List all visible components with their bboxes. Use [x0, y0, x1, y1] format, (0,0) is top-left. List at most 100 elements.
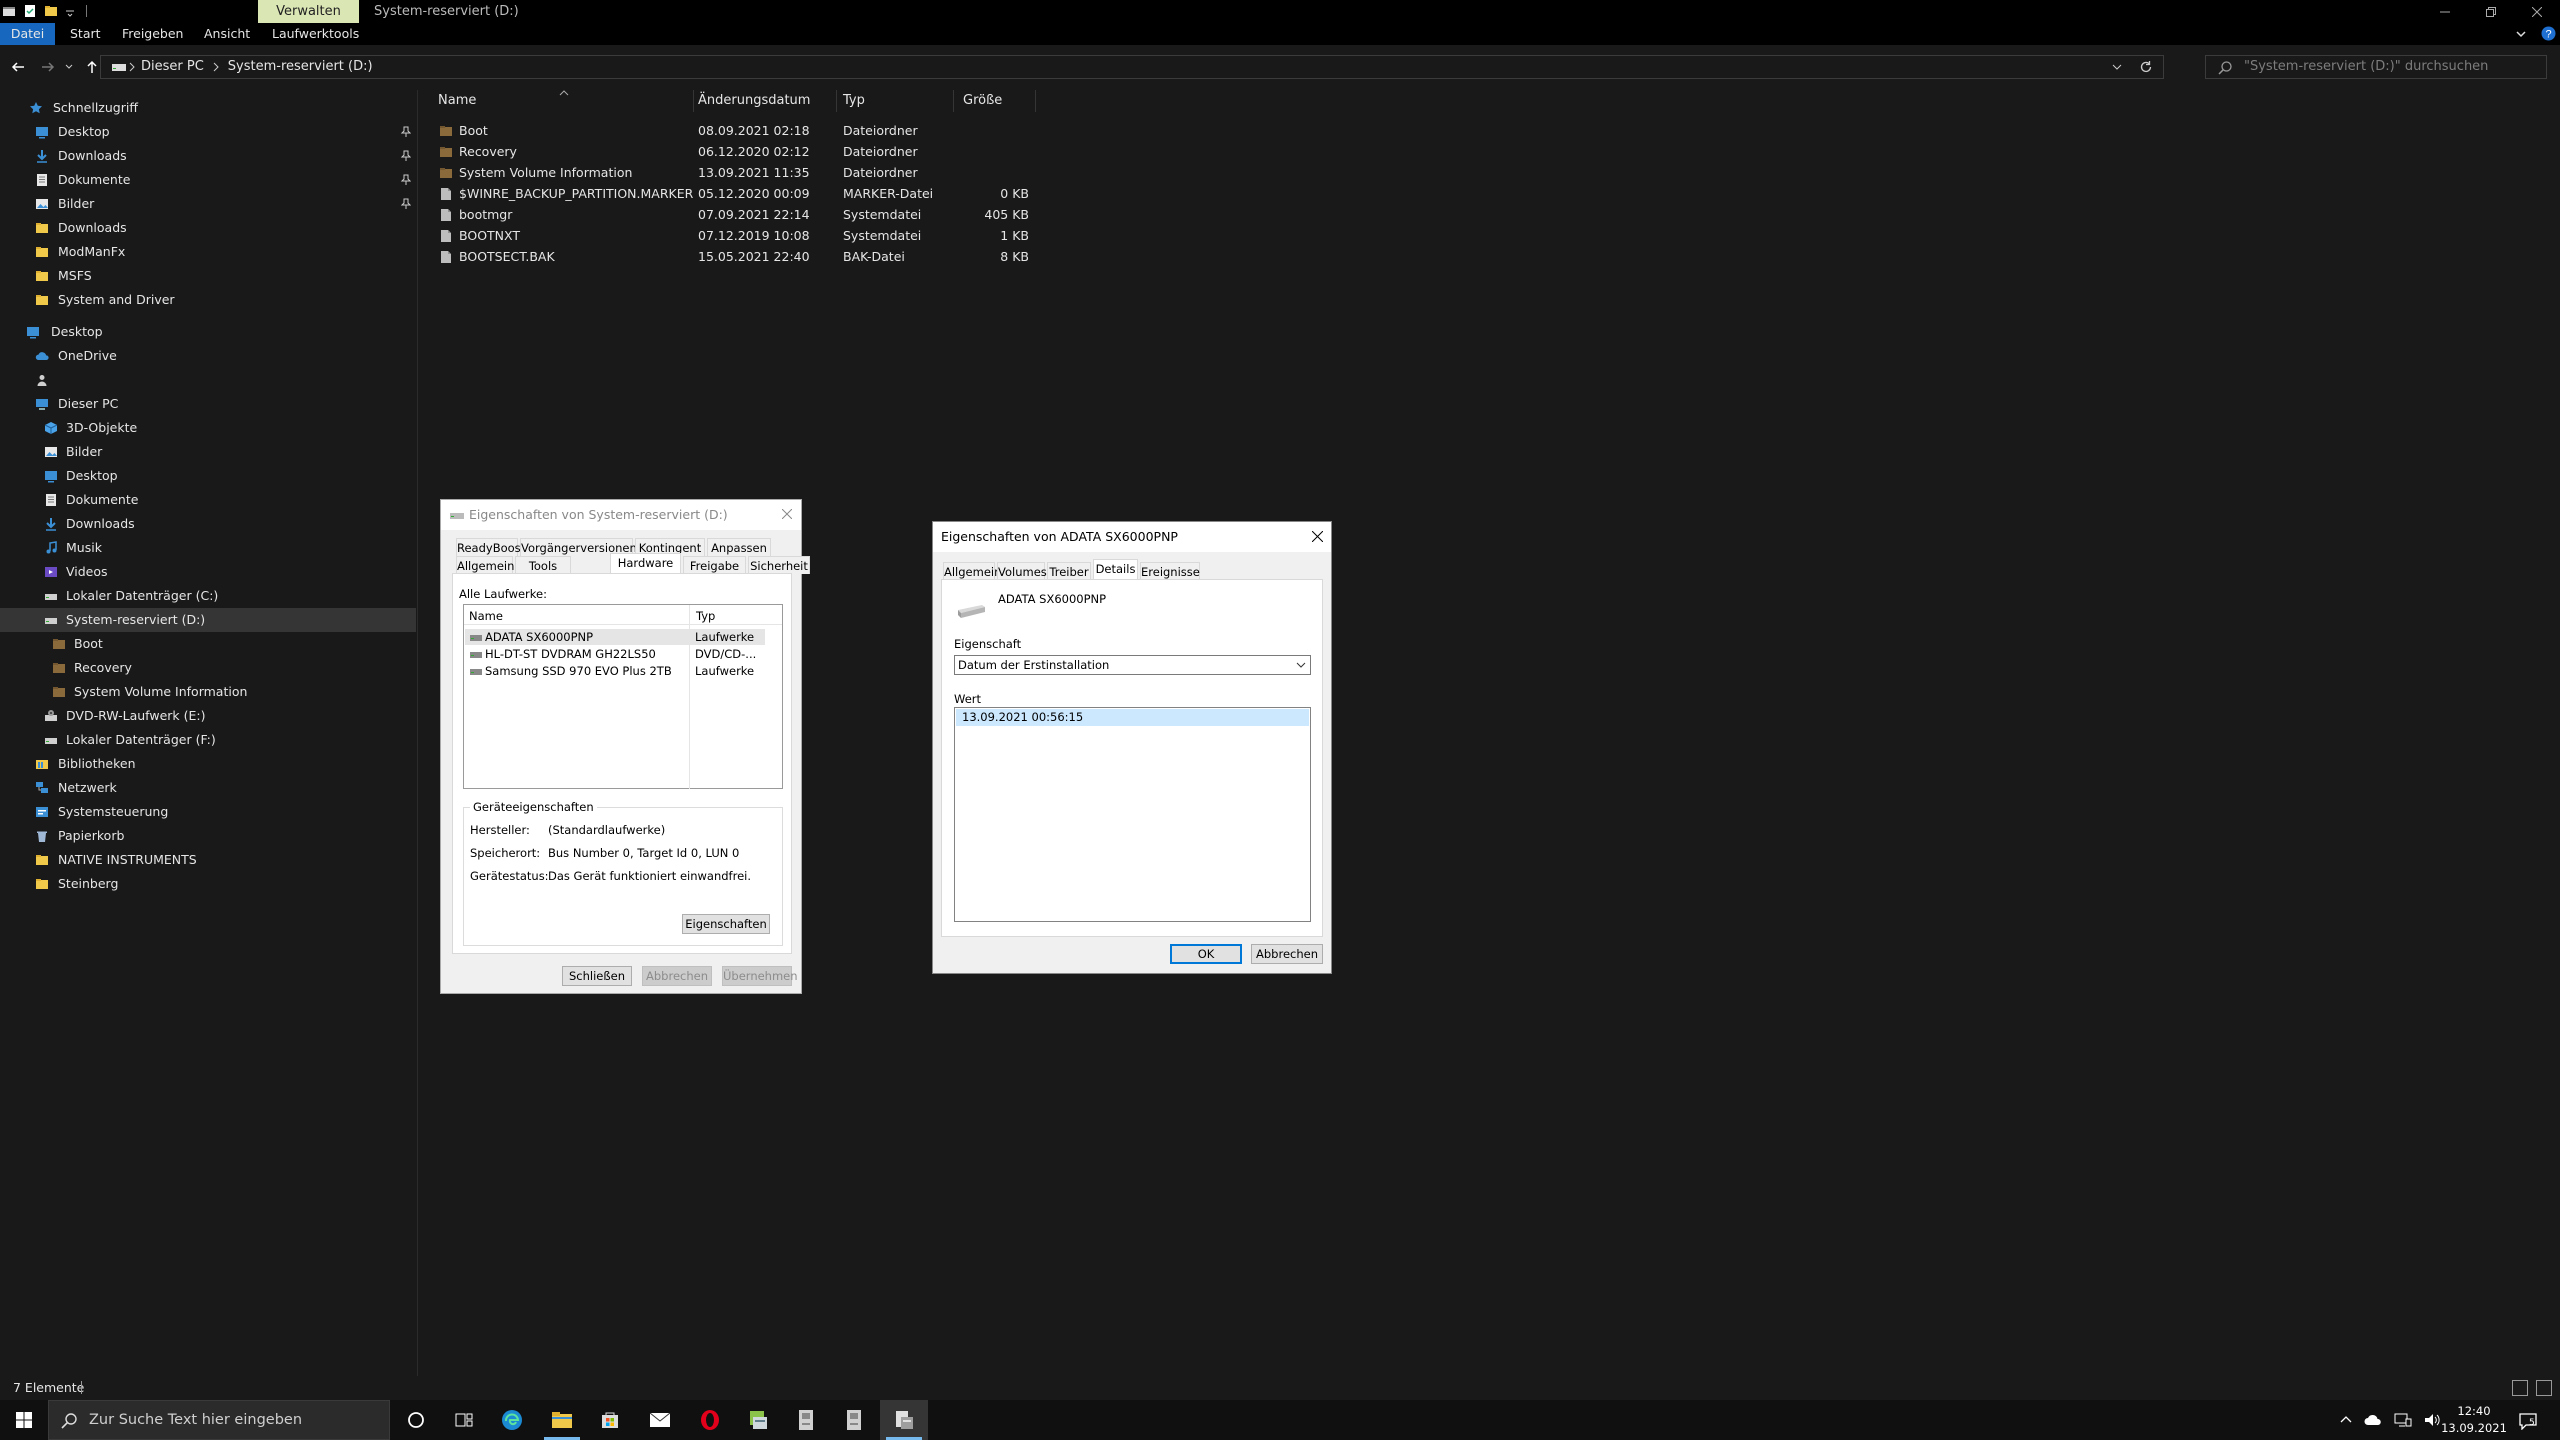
- file-row[interactable]: Recovery 06.12.2020 02:12 Dateiordner: [419, 141, 1039, 162]
- close-icon[interactable]: [1309, 528, 1325, 544]
- nav-item[interactable]: Desktop: [0, 120, 416, 144]
- tab-ereignisse[interactable]: Ereignisse: [1140, 562, 1200, 580]
- column-divider[interactable]: [693, 90, 694, 112]
- nav-item[interactable]: Bilder: [0, 192, 416, 216]
- value-list-row-selected[interactable]: 13.09.2021 00:56:15: [956, 709, 1309, 726]
- column-divider[interactable]: [1035, 90, 1036, 112]
- tab-treiber[interactable]: Treiber: [1047, 562, 1091, 580]
- nav-item[interactable]: [0, 368, 416, 392]
- nav-item[interactable]: System-reserviert (D:): [0, 608, 416, 632]
- column-divider[interactable]: [836, 90, 837, 112]
- nav-item[interactable]: Steinberg: [0, 872, 416, 896]
- file-row[interactable]: bootmgr 07.09.2021 22:14 Systemdatei 405 KB: [419, 204, 1039, 225]
- qat-dropdown-icon[interactable]: [65, 4, 79, 18]
- pin-icon[interactable]: [401, 126, 411, 137]
- column-header-date[interactable]: Änderungsdatum: [698, 90, 810, 112]
- tab-hardware[interactable]: Hardware: [610, 553, 681, 573]
- network-icon[interactable]: [2394, 1413, 2412, 1427]
- drive-list-row[interactable]: Samsung SSD 970 EVO Plus 2TB Laufwerke: [465, 663, 765, 679]
- close-button[interactable]: Schließen: [562, 966, 632, 986]
- nav-item[interactable]: Netzwerk: [0, 776, 416, 800]
- breadcrumb-chevron-icon[interactable]: [128, 62, 136, 72]
- store-icon[interactable]: [586, 1400, 634, 1440]
- tab-allgemein[interactable]: Allgemein: [943, 562, 1001, 580]
- cortana-icon[interactable]: [392, 1400, 440, 1440]
- windows-start-icon[interactable]: [0, 1400, 48, 1440]
- file-explorer-icon[interactable]: [538, 1400, 586, 1440]
- tab-laufwerktools[interactable]: Laufwerktools: [262, 23, 369, 45]
- nav-item[interactable]: Dokumente: [0, 168, 416, 192]
- nav-item[interactable]: Desktop: [0, 320, 416, 344]
- nav-item[interactable]: Recovery: [0, 656, 416, 680]
- nav-item[interactable]: Boot: [0, 632, 416, 656]
- new-folder-icon[interactable]: [44, 4, 58, 18]
- file-row[interactable]: $WINRE_BACKUP_PARTITION.MARKER 05.12.2020…: [419, 183, 1039, 204]
- drives-list-header-name[interactable]: Name: [469, 609, 503, 623]
- nav-item[interactable]: Dokumente: [0, 488, 416, 512]
- nav-item[interactable]: Systemsteuerung: [0, 800, 416, 824]
- nav-item[interactable]: Musik: [0, 536, 416, 560]
- recent-locations-icon[interactable]: [64, 59, 74, 75]
- network-drive-app-icon[interactable]: [734, 1400, 782, 1440]
- breadcrumb-item-drive[interactable]: System-reserviert (D:): [228, 56, 373, 78]
- properties-dialog-taskbar-icon[interactable]: [880, 1400, 928, 1440]
- cancel-button[interactable]: Abbrechen: [642, 966, 712, 986]
- nav-item[interactable]: 3D-Objekte: [0, 416, 416, 440]
- pin-icon[interactable]: [401, 150, 411, 161]
- ok-button[interactable]: OK: [1170, 944, 1242, 964]
- nav-item[interactable]: Papierkorb: [0, 824, 416, 848]
- nav-item[interactable]: Dieser PC: [0, 392, 416, 416]
- nav-item[interactable]: Bibliotheken: [0, 752, 416, 776]
- forward-arrow-icon[interactable]: [40, 59, 56, 75]
- back-arrow-icon[interactable]: [10, 59, 26, 75]
- breadcrumb-separator-icon[interactable]: [212, 56, 220, 78]
- column-header-type[interactable]: Typ: [843, 90, 865, 112]
- file-row[interactable]: Boot 08.09.2021 02:18 Dateiordner: [419, 120, 1039, 141]
- file-row[interactable]: BOOTNXT 07.12.2019 10:08 Systemdatei 1 KB: [419, 225, 1039, 246]
- nav-item[interactable]: Bilder: [0, 440, 416, 464]
- nav-item[interactable]: MSFS: [0, 264, 416, 288]
- nav-item[interactable]: Downloads: [0, 512, 416, 536]
- close-icon[interactable]: [779, 506, 795, 522]
- mail-icon[interactable]: [636, 1400, 684, 1440]
- tab-freigeben[interactable]: Freigeben: [112, 23, 193, 45]
- opera-browser-icon[interactable]: [686, 1400, 734, 1440]
- large-icons-view-icon[interactable]: [2536, 1380, 2552, 1396]
- nav-item[interactable]: Downloads: [0, 216, 416, 240]
- pin-icon[interactable]: [401, 174, 411, 185]
- column-divider[interactable]: [953, 90, 954, 112]
- help-icon[interactable]: ?: [2541, 26, 2556, 41]
- close-icon[interactable]: [2514, 0, 2560, 23]
- nav-item[interactable]: NATIVE INSTRUMENTS: [0, 848, 416, 872]
- nav-item[interactable]: Desktop: [0, 464, 416, 488]
- refresh-icon[interactable]: [2139, 60, 2153, 74]
- nav-item[interactable]: Lokaler Datenträger (C:): [0, 584, 416, 608]
- onedrive-cloud-icon[interactable]: [2364, 1414, 2382, 1426]
- nav-item[interactable]: System Volume Information: [0, 680, 416, 704]
- search-input[interactable]: "System-reserviert (D:)" durchsuchen: [2205, 55, 2547, 79]
- nav-item[interactable]: OneDrive: [0, 344, 416, 368]
- edge-browser-icon[interactable]: [488, 1400, 536, 1440]
- taskbar-search-box[interactable]: Zur Suche Text hier eingeben: [48, 1400, 390, 1440]
- pin-icon[interactable]: [401, 198, 411, 209]
- value-list[interactable]: 13.09.2021 00:56:15: [954, 707, 1311, 922]
- drive-properties-taskbar-icon[interactable]: [782, 1400, 830, 1440]
- properties-icon[interactable]: [23, 4, 37, 18]
- tab-volumes[interactable]: Volumes: [997, 562, 1047, 580]
- tab-start[interactable]: Start: [60, 23, 111, 45]
- address-bar[interactable]: Dieser PC System-reserviert (D:): [100, 55, 2164, 79]
- tab-sicherheit[interactable]: Sicherheit: [748, 556, 810, 574]
- navigation-pane[interactable]: Schnellzugriff Desktop Downloads Dokumente B…: [0, 90, 418, 1376]
- file-row[interactable]: System Volume Information 13.09.2021 11:3…: [419, 162, 1039, 183]
- minimize-icon[interactable]: [2422, 0, 2468, 23]
- file-row[interactable]: BOOTSECT.BAK 15.05.2021 22:40 BAK-Datei 8 K…: [419, 246, 1039, 267]
- drives-list-header-type[interactable]: Typ: [696, 609, 715, 623]
- nav-item[interactable]: System and Driver: [0, 288, 416, 312]
- drive-list-row[interactable]: ADATA SX6000PNP Laufwerke: [465, 629, 765, 645]
- notification-center-icon[interactable]: 5: [2518, 1412, 2540, 1430]
- tab-tools[interactable]: Tools: [515, 556, 571, 574]
- tray-overflow-chevron-icon[interactable]: [2340, 1414, 2352, 1426]
- expand-ribbon-icon[interactable]: [2515, 28, 2527, 40]
- up-arrow-icon[interactable]: [84, 59, 100, 75]
- tab-details[interactable]: Details: [1093, 559, 1138, 579]
